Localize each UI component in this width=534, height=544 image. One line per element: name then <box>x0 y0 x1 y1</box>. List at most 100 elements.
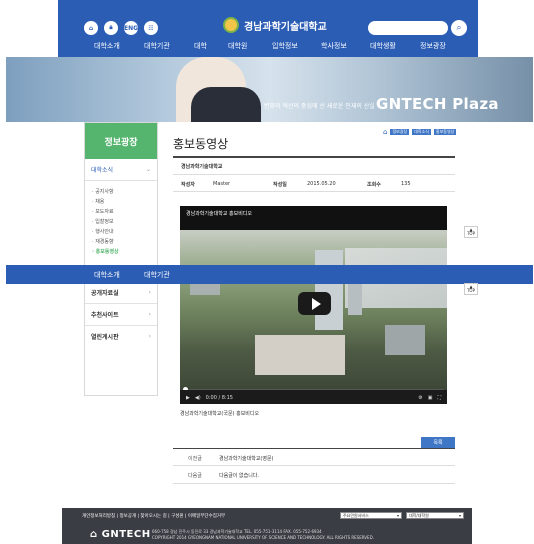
sidebar-item-label: 열린게시판 <box>91 334 119 341</box>
chevron-right-icon: › <box>148 311 151 318</box>
nav-item[interactable]: 입학정보 <box>272 41 298 51</box>
video-building <box>255 335 345 375</box>
post-meta: 작성자 Master 작성일 2015.05.20 조회수 135 <box>173 174 455 192</box>
breadcrumb: ⌂ 정보광장 대학소식 홍보동영상 <box>383 128 457 136</box>
author-value: Master <box>213 181 231 187</box>
footer-select-university[interactable]: 대학/대학원 ▾ <box>406 512 464 519</box>
header: ⌂ 🔒︎ ENG ☷ 경남과학기술대학교 ⌕ 대학소개 대학기관 대학 대학원 … <box>58 0 478 57</box>
top-button-label: TOP <box>466 288 475 293</box>
prev-post-row[interactable]: 이전글 경남과학기술대학교(영문) <box>173 448 455 466</box>
video-building <box>315 250 343 330</box>
page-title: 홍보동영상 <box>173 137 229 151</box>
sidebar-sublist: · 공지사항 · 채용 · 보도자료 · 입찰정보 · 행사안내 · 재경동향 … <box>85 181 157 263</box>
footer-select-services[interactable]: 주요민원서비스 ▾ <box>340 512 402 519</box>
breadcrumb-item[interactable]: 대학소식 <box>412 129 431 135</box>
sidebar-subitem[interactable]: · 보도자료 <box>92 207 150 217</box>
nav-item[interactable]: 대학생활 <box>370 41 396 51</box>
youtube-icon[interactable]: ▣ <box>428 395 433 401</box>
footer: 개인정보처리방침 | 정보공개 | 찾아오시는 길 | 구성원 | 이메일무단수… <box>62 508 472 544</box>
site-logo[interactable]: 경남과학기술대학교 <box>223 17 327 33</box>
date-value: 2015.05.20 <box>307 181 336 187</box>
sidebar-item-archive[interactable]: 공개자료실 › <box>85 281 157 303</box>
title-divider <box>173 156 455 158</box>
chevron-right-icon: › <box>148 289 151 296</box>
chevron-down-icon: ▾ <box>396 513 399 518</box>
list-button[interactable]: 목록 <box>421 437 455 448</box>
chevron-down-icon: ⌄ <box>145 166 151 173</box>
footer-links[interactable]: 개인정보처리방침 | 정보공개 | 찾아오시는 길 | 구성원 | 이메일무단수… <box>82 513 225 519</box>
next-label: 다음글 <box>188 473 202 479</box>
sidebar-subitem-active[interactable]: · 홍보동영상 <box>92 247 150 257</box>
sidebar-subitem[interactable]: · 입찰정보 <box>92 217 150 227</box>
footer-address: 660-758 경남 진주시 동진로 33 경남과학기술대학교 TEL. 055… <box>152 529 374 541</box>
author-label: 작성자 <box>181 182 195 188</box>
top-button[interactable]: ▲ TOP <box>464 226 478 238</box>
sidebar-subitem[interactable]: · 공지사항 <box>92 187 150 197</box>
header-utility-icons: ⌂ 🔒︎ ENG ☷ <box>84 21 158 35</box>
banner-person-suit <box>191 87 261 122</box>
play-button[interactable] <box>298 292 331 315</box>
video-controls: ▶ ◀) 0:00 / 8:15 ⚙ ▣ ⛶ <box>180 390 447 404</box>
sidebar-section-news[interactable]: 대학소식 ⌄ <box>85 159 157 181</box>
prev-label: 이전글 <box>188 456 202 462</box>
views-label: 조회수 <box>367 182 381 188</box>
left-sidebar: 정보광장 대학소식 ⌄ · 공지사항 · 채용 · 보도자료 · 입찰정보 · … <box>84 122 158 396</box>
top-button[interactable]: ▲ TOP <box>464 283 478 295</box>
home-icon[interactable]: ⌂ <box>383 128 387 136</box>
sidebar-item-board[interactable]: 열린게시판 › <box>85 325 157 347</box>
prev-title[interactable]: 경남과학기술대학교(영문) <box>219 455 274 462</box>
search-icon[interactable]: ⌕ <box>451 20 467 36</box>
views-value: 135 <box>401 181 411 187</box>
video-title[interactable]: 경남과학기술대학교 홍보비디오 <box>186 210 252 217</box>
video-player[interactable]: 경남과학기술대학교 홍보비디오 ▶ ◀) 0:00 / 8:15 ⚙ ▣ ⛶ <box>180 206 447 404</box>
banner-title: GNTECH Plaza <box>376 95 499 113</box>
footer-copyright: COPYRIGHT 2014 GYEONGNAM NATIONAL UNIVER… <box>152 535 374 540</box>
volume-icon[interactable]: ◀) <box>195 395 201 401</box>
sidebar-item-label: 추천사이트 <box>91 312 119 319</box>
lock-icon[interactable]: 🔒︎ <box>104 21 118 35</box>
fullscreen-icon[interactable]: ⛶ <box>437 395 441 401</box>
sidebar-subitem[interactable]: · 채용 <box>92 197 150 207</box>
global-nav: 대학소개 대학기관 대학 대학원 입학정보 학사정보 대학생활 정보광장 <box>58 39 478 53</box>
video-time: 0:00 / 8:15 <box>205 395 233 401</box>
home-icon[interactable]: ⌂ <box>84 21 98 35</box>
nav-item[interactable]: 대학기관 <box>144 41 170 51</box>
breadcrumb-item[interactable]: 정보광장 <box>390 129 410 135</box>
select-value: 대학/대학원 <box>409 512 429 518</box>
video-building <box>385 325 425 355</box>
settings-icon[interactable]: ⚙ <box>418 395 422 401</box>
next-post-row: 다음글 다음글이 없습니다. <box>173 466 455 484</box>
nav-item[interactable]: 대학원 <box>228 41 247 51</box>
chevron-down-icon: ▾ <box>458 513 461 518</box>
page: ⌂ 🔒︎ ENG ☷ 경남과학기술대학교 ⌕ 대학소개 대학기관 대학 대학원 … <box>0 0 534 544</box>
next-title: 다음글이 없습니다. <box>219 473 259 479</box>
sidebar-item-sites[interactable]: 추천사이트 › <box>85 303 157 325</box>
sidebar-subitem[interactable]: · 재경동향 <box>92 237 150 247</box>
chevron-right-icon: › <box>148 333 151 340</box>
play-icon[interactable]: ▶ <box>186 395 190 401</box>
nav-item[interactable]: 학사정보 <box>321 41 347 51</box>
nav-item[interactable]: 대학소개 <box>94 41 120 51</box>
sidebar-title: 정보광장 <box>85 123 157 159</box>
logo-emblem-icon <box>223 17 239 33</box>
banner-subtitle: 변화와 혁신의 중심에 선 새로운 인재의 산실 <box>264 103 375 110</box>
sidebar-subitem[interactable]: · 행사안내 <box>92 227 150 237</box>
breadcrumb-item[interactable]: 홍보동영상 <box>433 129 457 135</box>
sidebar-section-label: 대학소식 <box>91 167 114 174</box>
nav-item[interactable]: 정보광장 <box>420 41 446 51</box>
select-value: 주요민원서비스 <box>343 512 369 518</box>
nav-item[interactable]: 대학 <box>194 41 207 51</box>
search-input[interactable] <box>368 21 448 35</box>
sticky-nav-item[interactable]: 대학소개 <box>94 270 120 280</box>
sidebar-item-label: 공개자료실 <box>91 290 119 297</box>
sitemap-icon[interactable]: ☷ <box>144 21 158 35</box>
post-title: 경남과학기술대학교 <box>181 164 223 170</box>
hero-banner: 변화와 혁신의 중심에 선 새로운 인재의 산실 GNTECH Plaza <box>6 57 533 122</box>
footer-logo: ⌂ GNTECH <box>90 529 151 540</box>
logo-text: 경남과학기술대학교 <box>244 21 327 33</box>
date-label: 작성일 <box>273 182 287 188</box>
top-button-label: TOP <box>466 231 475 236</box>
eng-button[interactable]: ENG <box>124 21 138 35</box>
video-caption: 경남과학기술대학교(국문) 홍보비디오 <box>180 411 260 417</box>
sticky-nav-item[interactable]: 대학기관 <box>144 270 170 280</box>
